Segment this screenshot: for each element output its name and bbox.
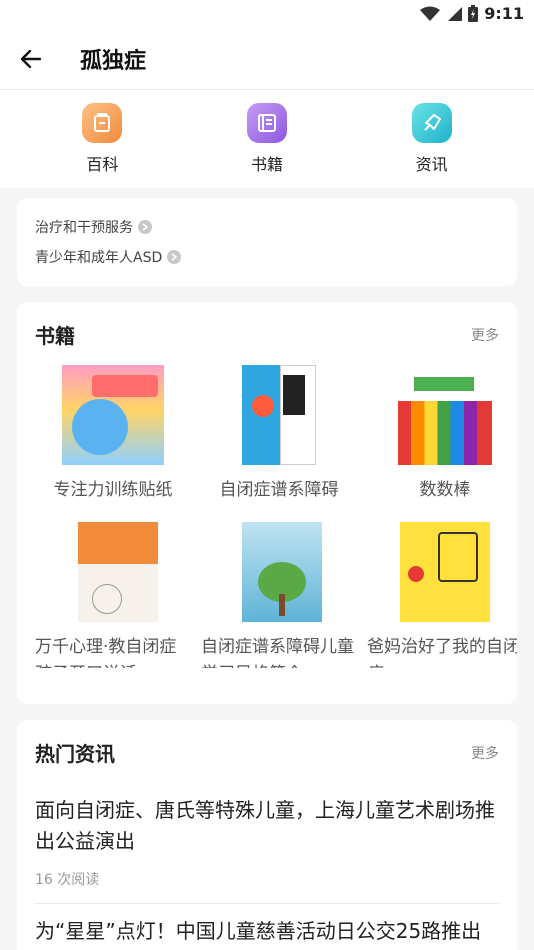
book-title: 数数棒 xyxy=(419,480,471,500)
category-books[interactable]: 书籍 xyxy=(212,103,322,175)
news-title: 为“星星”点灯！中国儿童慈善活动日公交25路推出 xyxy=(35,919,482,943)
book-cover xyxy=(394,365,496,465)
back-button[interactable] xyxy=(0,28,62,90)
more-link[interactable]: 更多 xyxy=(471,743,499,763)
tag-label: 青少年和成年人ASD xyxy=(35,250,163,266)
book-cover xyxy=(228,365,330,465)
app-bar: 孤独症 xyxy=(0,28,534,90)
signal-icon xyxy=(448,6,463,21)
chevron-right-icon xyxy=(138,220,152,234)
news-icon xyxy=(411,103,452,143)
tag-label: 治疗和干预服务 xyxy=(35,220,133,236)
book-item[interactable]: 数数棒 xyxy=(367,365,517,504)
book-cover xyxy=(394,522,496,622)
news-item[interactable]: 面向自闭症、唐氏等特殊儿童，上海儿童艺术剧场推出公益演出 16 次阅读 xyxy=(35,795,499,889)
book-item[interactable]: 自闭症谱系障碍儿童学习风格简介 xyxy=(201,522,357,668)
category-bar: 百科 书籍 资讯 xyxy=(0,90,534,188)
encyclopedia-icon xyxy=(82,103,123,143)
book-title: 专注力训练贴纸 xyxy=(53,480,173,500)
book-title: 自闭症谱系障碍儿童学习风格简介 xyxy=(201,637,354,668)
section-title: 书籍 xyxy=(35,324,75,348)
book-title: 自闭症谱系障碍 xyxy=(219,480,339,500)
news-section: 热门资讯 更多 面向自闭症、唐氏等特殊儿童，上海儿童艺术剧场推出公益演出 16 … xyxy=(17,720,517,950)
books-section: 书籍 更多 专注力训练贴纸 自闭症谱系障碍 数数棒 万千心理·教自闭症 自闭症谱… xyxy=(17,302,517,704)
book-title: 爸妈治好了我的自闭症 xyxy=(367,637,517,668)
news-read-count: 16 次阅读 xyxy=(35,872,100,888)
category-news[interactable]: 资讯 xyxy=(377,103,487,175)
status-bar: 9:11 xyxy=(0,0,534,28)
battery-icon xyxy=(468,5,479,22)
news-item[interactable]: 为“星星”点灯！中国儿童慈善活动日公交25路推出 xyxy=(35,916,499,947)
category-label: 百科 xyxy=(86,155,119,174)
book-item[interactable]: 爸妈治好了我的自闭症 xyxy=(367,522,517,668)
chevron-right-icon xyxy=(167,250,182,264)
book-item[interactable]: 万千心理·教自闭症孩子开口说话 xyxy=(35,522,191,668)
news-title: 面向自闭症、唐氏等特殊儿童，上海儿童艺术剧场推出公益演出 xyxy=(35,798,495,853)
category-label: 书籍 xyxy=(250,155,283,174)
book-cover xyxy=(228,522,330,622)
wifi-icon xyxy=(420,6,441,21)
category-label: 资讯 xyxy=(415,155,448,174)
status-time: 9:11 xyxy=(484,4,524,23)
page-title: 孤独症 xyxy=(80,48,147,74)
book-item[interactable]: 专注力训练贴纸 xyxy=(35,365,191,504)
book-item[interactable]: 自闭症谱系障碍 xyxy=(201,365,357,504)
book-cover xyxy=(62,365,164,465)
book-cover xyxy=(62,522,164,622)
book-icon xyxy=(246,103,287,143)
more-link[interactable]: 更多 xyxy=(471,325,499,345)
divider xyxy=(35,903,499,904)
tag-card: 治疗和干预服务 青少年和成年人ASD xyxy=(17,198,517,286)
arrow-left-icon xyxy=(21,49,41,68)
book-title: 万千心理·教自闭症孩子开口说话 xyxy=(35,637,177,668)
section-title: 热门资讯 xyxy=(35,742,115,766)
tag-item[interactable]: 青少年和成年人ASD xyxy=(35,242,499,272)
category-encyclopedia[interactable]: 百科 xyxy=(47,103,157,175)
tag-item[interactable]: 治疗和干预服务 xyxy=(35,212,499,242)
